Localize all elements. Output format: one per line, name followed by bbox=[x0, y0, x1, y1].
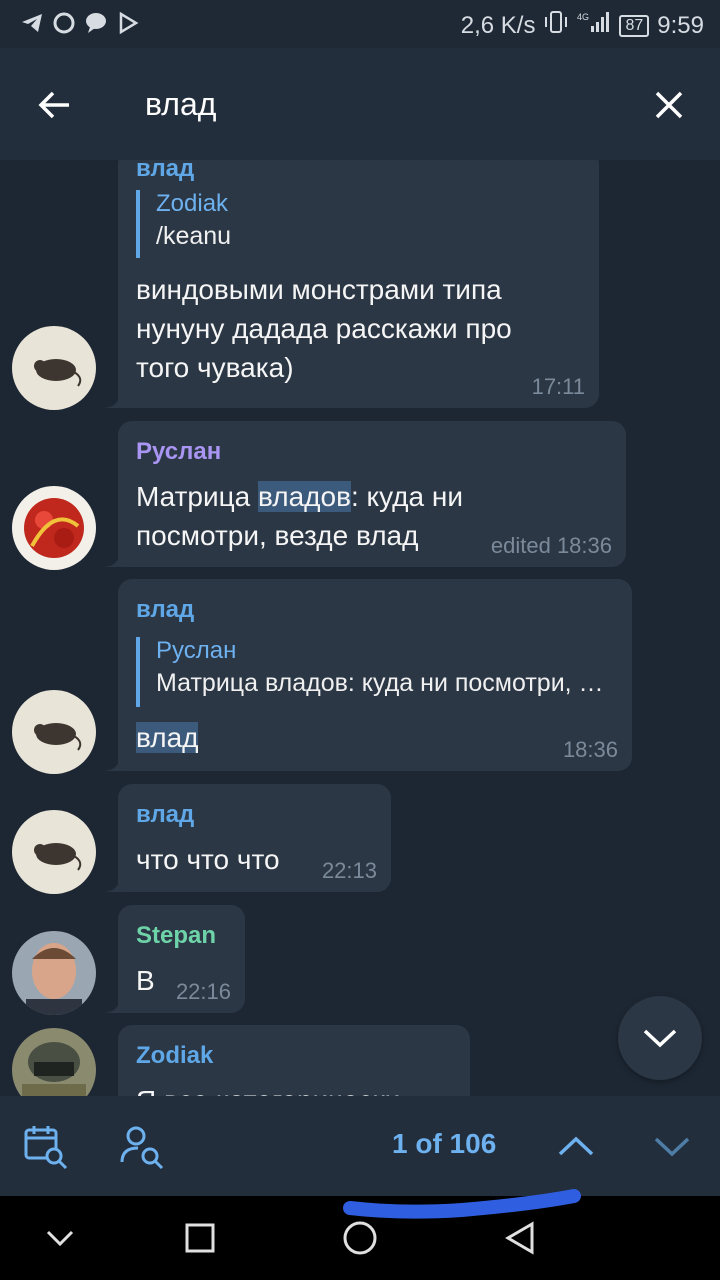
message-text: Матрица владов: куда ни посмотри, везде … bbox=[136, 481, 463, 551]
search-by-user-button[interactable] bbox=[116, 1120, 168, 1172]
vibrate-icon bbox=[543, 10, 569, 41]
message-bubble[interactable]: влад что что что 22:13 bbox=[106, 784, 391, 892]
avatar-vlad[interactable] bbox=[12, 690, 96, 774]
arrow-left-icon bbox=[38, 91, 69, 119]
message-text: Я все категорически bbox=[136, 1081, 400, 1096]
status-right: 2,6 K/s 4G 87 9:59 bbox=[461, 10, 704, 41]
reply-text: /keanu bbox=[156, 222, 232, 250]
avatar-ruslan[interactable] bbox=[12, 486, 96, 570]
telegram-icon bbox=[20, 11, 44, 35]
message-bubble[interactable]: влад Zodiak /keanu виндовыми монстрами т… bbox=[106, 160, 599, 408]
chat-icon bbox=[84, 11, 108, 35]
message-bubble[interactable]: Zodiak Я все категорически bbox=[118, 1025, 470, 1096]
nav-recents-button[interactable] bbox=[178, 1216, 222, 1260]
next-result-button[interactable] bbox=[646, 1120, 698, 1172]
search-highlight: владов bbox=[258, 481, 351, 512]
previous-result-button[interactable] bbox=[550, 1120, 602, 1172]
nav-down-icon bbox=[46, 1230, 74, 1247]
search-by-date-button[interactable] bbox=[20, 1120, 72, 1172]
chevron-up-icon bbox=[558, 1136, 594, 1156]
nav-hide-button[interactable] bbox=[38, 1216, 82, 1260]
reply-quote[interactable]: Zodiak /keanu bbox=[136, 190, 231, 258]
battery-indicator: 87 bbox=[619, 14, 650, 37]
reply-sender: Руслан bbox=[156, 637, 237, 664]
reply-sender: Zodiak bbox=[156, 190, 229, 217]
marker-scribble bbox=[343, 1189, 581, 1219]
message-sender: Stepan bbox=[136, 922, 217, 949]
avatar-vlad[interactable] bbox=[12, 810, 96, 894]
avatar-stepan[interactable] bbox=[12, 931, 96, 1015]
status-bar: 2,6 K/s 4G 87 9:59 bbox=[0, 0, 720, 48]
message-sender: влад bbox=[136, 801, 195, 828]
status-notification-icons bbox=[20, 11, 140, 35]
avatar-vlad[interactable] bbox=[12, 326, 96, 410]
search-header: влад bbox=[0, 48, 720, 160]
nav-back-button[interactable] bbox=[498, 1216, 542, 1260]
message-time: 22:16 bbox=[175, 979, 231, 1004]
message-sender: Руслан bbox=[136, 438, 222, 465]
message-time: edited 18:36 bbox=[490, 533, 612, 558]
message-sender: влад bbox=[136, 596, 195, 623]
search-input[interactable]: влад bbox=[145, 86, 216, 123]
chat-history[interactable]: влад Zodiak /keanu виндовыми монстрами т… bbox=[0, 160, 720, 1096]
back-button[interactable] bbox=[30, 80, 80, 130]
message-bubble[interactable]: Stepan В 22:16 bbox=[106, 905, 245, 1013]
message-sender: Zodiak bbox=[136, 1042, 214, 1069]
back-triangle-icon bbox=[505, 1221, 534, 1255]
message-time: 18:36 bbox=[562, 737, 618, 762]
user-search-icon bbox=[120, 1126, 164, 1170]
message-text: влад bbox=[136, 718, 199, 757]
svg-text:4G: 4G bbox=[577, 12, 589, 22]
nav-home-button[interactable] bbox=[338, 1216, 382, 1260]
search-result-counter: 1 of 106 bbox=[392, 1128, 497, 1159]
message-text: что что что bbox=[136, 844, 280, 875]
clock: 9:59 bbox=[657, 11, 704, 39]
close-icon bbox=[655, 91, 683, 119]
play-icon bbox=[116, 11, 140, 35]
reply-text: Матрица владов: куда ни посмотри, везде … bbox=[156, 669, 612, 697]
signal-icon: 4G bbox=[577, 10, 611, 41]
circle-icon bbox=[52, 11, 76, 35]
reply-quote[interactable]: Руслан Матрица владов: куда ни посмотри,… bbox=[136, 637, 612, 707]
network-speed: 2,6 K/s bbox=[460, 11, 536, 39]
avatar-zodiak[interactable] bbox=[12, 1028, 96, 1096]
chevron-down-icon bbox=[643, 1029, 677, 1048]
scroll-down-button[interactable] bbox=[618, 996, 702, 1080]
message-text: виндовыми монстрами типа нунуну дадада р… bbox=[136, 274, 512, 383]
calendar-search-icon bbox=[24, 1126, 68, 1170]
message-bubble[interactable]: влад Руслан Матрица владов: куда ни посм… bbox=[106, 579, 632, 771]
chevron-down-icon bbox=[654, 1137, 690, 1157]
message-text: В bbox=[136, 965, 155, 996]
search-navigation-bar: 1 of 106 bbox=[0, 1096, 720, 1196]
home-icon bbox=[343, 1221, 377, 1255]
message-bubble[interactable]: Руслан Матрица владов: куда ни посмотри,… bbox=[106, 421, 626, 567]
recents-icon bbox=[185, 1223, 215, 1253]
search-highlight: влад bbox=[136, 722, 199, 753]
message-time: 17:11 bbox=[531, 374, 585, 399]
close-button[interactable] bbox=[644, 80, 694, 130]
message-time: 22:13 bbox=[321, 858, 377, 883]
message-sender: влад bbox=[136, 160, 195, 182]
